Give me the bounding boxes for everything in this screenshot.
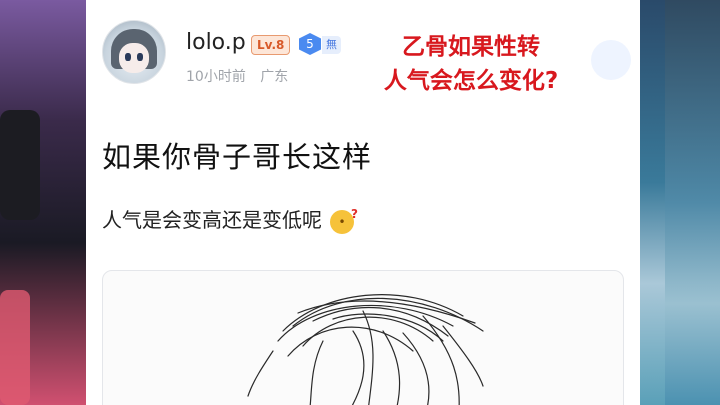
post-body-text: 人气是会变高还是变低呢 <box>102 208 322 232</box>
thinking-emoji-icon: • <box>330 202 358 234</box>
username[interactable]: lolo.p <box>186 30 246 55</box>
post-image[interactable] <box>102 270 624 405</box>
post-time: 10小时前 <box>186 69 246 85</box>
avatar-eye <box>137 53 143 61</box>
membership-badge-icon: 5 <box>299 33 321 55</box>
overlay-caption: 乙骨如果性转 人气会怎么变化? <box>326 30 616 98</box>
overlay-caption-line1: 乙骨如果性转 <box>402 34 540 60</box>
background-blob <box>0 110 40 220</box>
post-title: 如果你骨子哥长这样 <box>102 140 373 174</box>
background-blob <box>0 290 30 405</box>
background-left <box>0 0 86 405</box>
post-location: 广东 <box>260 69 289 85</box>
background-right <box>640 0 720 405</box>
avatar-face <box>119 43 149 73</box>
post-card: lolo.p Lv.8 5 無 10小时前 广东 乙骨如果性转 人气会怎么变化?… <box>86 0 640 405</box>
post-body: 人气是会变高还是变低呢 • <box>102 202 358 234</box>
avatar-eye <box>125 53 131 61</box>
avatar[interactable] <box>102 20 166 84</box>
background-blob <box>665 0 720 405</box>
post-meta: 10小时前 广东 <box>186 66 298 86</box>
sketch-image <box>247 294 484 405</box>
level-badge: Lv.8 <box>251 35 291 55</box>
overlay-caption-line2: 人气会怎么变化? <box>383 68 559 94</box>
